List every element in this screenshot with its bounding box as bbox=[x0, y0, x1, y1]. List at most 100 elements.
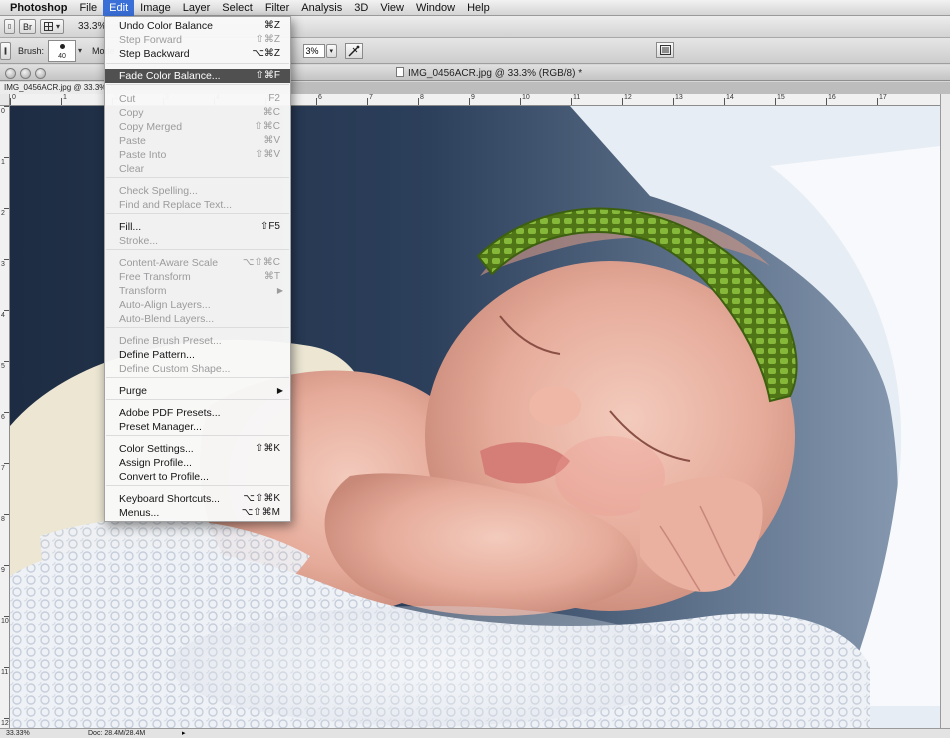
ruler-tick-label: 12 bbox=[624, 94, 632, 101]
tool-icon-button[interactable] bbox=[0, 41, 11, 60]
ruler-tick-label: 6 bbox=[1, 414, 5, 421]
menu-item-label: Find and Replace Text... bbox=[119, 199, 233, 211]
flow-dropdown-button[interactable]: ▾ bbox=[325, 43, 338, 58]
menu-3d[interactable]: 3D bbox=[348, 0, 374, 16]
menu-item-preset-manager[interactable]: Preset Manager... bbox=[105, 420, 290, 434]
ruler-tick-label: 11 bbox=[1, 669, 9, 676]
menu-item-cut: Cut F2 bbox=[105, 92, 290, 106]
ruler-tick-label: 14 bbox=[726, 94, 734, 101]
ruler-tick-label: 10 bbox=[1, 618, 9, 625]
view-extras-button[interactable]: ▾ bbox=[40, 19, 64, 34]
ruler-tick bbox=[775, 98, 776, 105]
menu-separator bbox=[106, 249, 289, 250]
menu-item-keyboard-shortcuts[interactable]: Keyboard Shortcuts... ⌥⇧⌘K bbox=[105, 492, 290, 506]
menu-separator bbox=[106, 399, 289, 400]
ruler-tick-label: 17 bbox=[879, 94, 887, 101]
document-title-text: IMG_0456ACR.jpg @ 33.3% (RGB/8) * bbox=[408, 68, 583, 79]
menu-help[interactable]: Help bbox=[461, 0, 496, 16]
flow-field[interactable]: 3% bbox=[302, 43, 325, 58]
menu-item-purge[interactable]: Purge ▶ bbox=[105, 384, 290, 398]
menu-image[interactable]: Image bbox=[134, 0, 177, 16]
document-window-title: IMG_0456ACR.jpg @ 33.3% (RGB/8) * bbox=[396, 67, 582, 79]
menu-item-shortcut: ⇧⌘F bbox=[255, 70, 281, 81]
menu-file[interactable]: File bbox=[73, 0, 103, 16]
minimize-window-button[interactable] bbox=[20, 68, 31, 79]
ruler-tick bbox=[571, 98, 572, 105]
menu-item-paste: Paste ⌘V bbox=[105, 134, 290, 148]
menu-separator bbox=[106, 177, 289, 178]
status-zoom[interactable]: 33.33% bbox=[6, 729, 30, 738]
menu-item-shortcut: ⌘Z bbox=[263, 20, 280, 31]
menu-item-shortcut: ⌘T bbox=[263, 271, 280, 282]
menu-view[interactable]: View bbox=[374, 0, 410, 16]
menu-item-shortcut: ⌘V bbox=[263, 135, 280, 146]
menu-item-fill[interactable]: Fill... ⇧F5 bbox=[105, 220, 290, 234]
ruler-tick-label: 13 bbox=[675, 94, 683, 101]
ruler-tick-label: 3 bbox=[1, 261, 5, 268]
zoom-level[interactable]: 33.3% bbox=[78, 21, 106, 32]
menu-item-assign-profile[interactable]: Assign Profile... bbox=[105, 456, 290, 470]
menu-item-label: Assign Profile... bbox=[119, 457, 192, 469]
ruler-tick bbox=[469, 98, 470, 105]
menu-edit[interactable]: Edit bbox=[103, 0, 135, 16]
menu-item-fade-color-balance[interactable]: Fade Color Balance... ⇧⌘F bbox=[105, 69, 290, 83]
menu-bar: Photoshop File Edit Image Layer Select F… bbox=[0, 0, 950, 16]
menu-item-label: Convert to Profile... bbox=[119, 471, 209, 483]
tool-preset-button[interactable] bbox=[4, 19, 15, 34]
menu-item-label: Adobe PDF Presets... bbox=[119, 407, 221, 419]
ruler-tick-label: 9 bbox=[1, 567, 5, 574]
menu-item-copy-merged: Copy Merged ⇧⌘C bbox=[105, 120, 290, 134]
menu-item-label: Check Spelling... bbox=[119, 185, 198, 197]
menu-filter[interactable]: Filter bbox=[259, 0, 295, 16]
ruler-tick bbox=[724, 98, 725, 105]
menu-item-label: Undo Color Balance bbox=[119, 20, 213, 32]
menu-item-stroke: Stroke... bbox=[105, 234, 290, 248]
menu-item-define-pattern[interactable]: Define Pattern... bbox=[105, 348, 290, 362]
menu-window[interactable]: Window bbox=[410, 0, 461, 16]
menu-item-undo-color-balance[interactable]: Undo Color Balance ⌘Z bbox=[105, 19, 290, 33]
ruler-tick-label: 0 bbox=[12, 94, 16, 101]
ruler-tick-label: 7 bbox=[1, 465, 5, 472]
airbrush-toggle[interactable] bbox=[345, 42, 364, 59]
launch-bridge-button[interactable]: Br bbox=[19, 19, 36, 34]
ruler-tick bbox=[673, 98, 674, 105]
brush-preset-picker[interactable]: 40 bbox=[48, 39, 77, 62]
photoshop-window: Photoshop File Edit Image Layer Select F… bbox=[0, 0, 950, 738]
menu-item-auto-align-layers: Auto-Align Layers... bbox=[105, 298, 290, 312]
menu-item-menus[interactable]: Menus... ⌥⇧⌘M bbox=[105, 506, 290, 520]
ruler-tick-label: 10 bbox=[522, 94, 530, 101]
menu-item-label: Keyboard Shortcuts... bbox=[119, 493, 220, 505]
status-menu-arrow-icon[interactable]: ▸ bbox=[182, 729, 186, 738]
menu-separator bbox=[106, 485, 289, 486]
document-tab[interactable]: IMG_0456ACR.jpg @ 33.3% bbox=[0, 82, 108, 94]
ruler-tick-label: 8 bbox=[1, 516, 5, 523]
ruler-origin[interactable] bbox=[0, 94, 10, 106]
ruler-tick-label: 2 bbox=[1, 210, 5, 217]
menu-separator bbox=[106, 84, 289, 85]
menu-item-label: Stroke... bbox=[119, 235, 159, 247]
menu-item-convert-to-profile[interactable]: Convert to Profile... bbox=[105, 470, 290, 484]
menu-item-shortcut: ⇧F5 bbox=[259, 221, 280, 232]
menu-layer[interactable]: Layer bbox=[177, 0, 217, 16]
zoom-window-button[interactable] bbox=[35, 68, 46, 79]
menu-app-photoshop[interactable]: Photoshop bbox=[0, 0, 73, 16]
ruler-tick-label: 12 bbox=[1, 720, 9, 727]
menu-select[interactable]: Select bbox=[216, 0, 259, 16]
vertical-ruler[interactable]: 0 1 2 3 4 5 6 7 8 9 10 11 12 bbox=[0, 106, 10, 728]
vertical-scrollbar[interactable] bbox=[940, 94, 950, 728]
menu-item-step-backward[interactable]: Step Backward ⌥⌘Z bbox=[105, 47, 290, 61]
ruler-tick-label: 5 bbox=[1, 363, 5, 370]
ruler-tick bbox=[10, 98, 11, 105]
menu-item-adobe-pdf-presets[interactable]: Adobe PDF Presets... bbox=[105, 406, 290, 420]
panel-icon bbox=[659, 45, 671, 55]
menu-item-shortcut: ⇧⌘V bbox=[254, 149, 280, 160]
menu-item-shortcut: ⌥⇧⌘K bbox=[243, 493, 280, 504]
toggle-panels-button[interactable] bbox=[656, 42, 674, 58]
menu-analysis[interactable]: Analysis bbox=[295, 0, 348, 16]
menu-item-shortcut: ⇧⌘C bbox=[254, 121, 280, 132]
menu-item-color-settings[interactable]: Color Settings... ⇧⌘K bbox=[105, 442, 290, 456]
menu-item-label: Cut bbox=[119, 93, 136, 105]
close-window-button[interactable] bbox=[5, 68, 16, 79]
menu-separator bbox=[106, 327, 289, 328]
chevron-down-icon[interactable]: ▾ bbox=[78, 46, 82, 55]
